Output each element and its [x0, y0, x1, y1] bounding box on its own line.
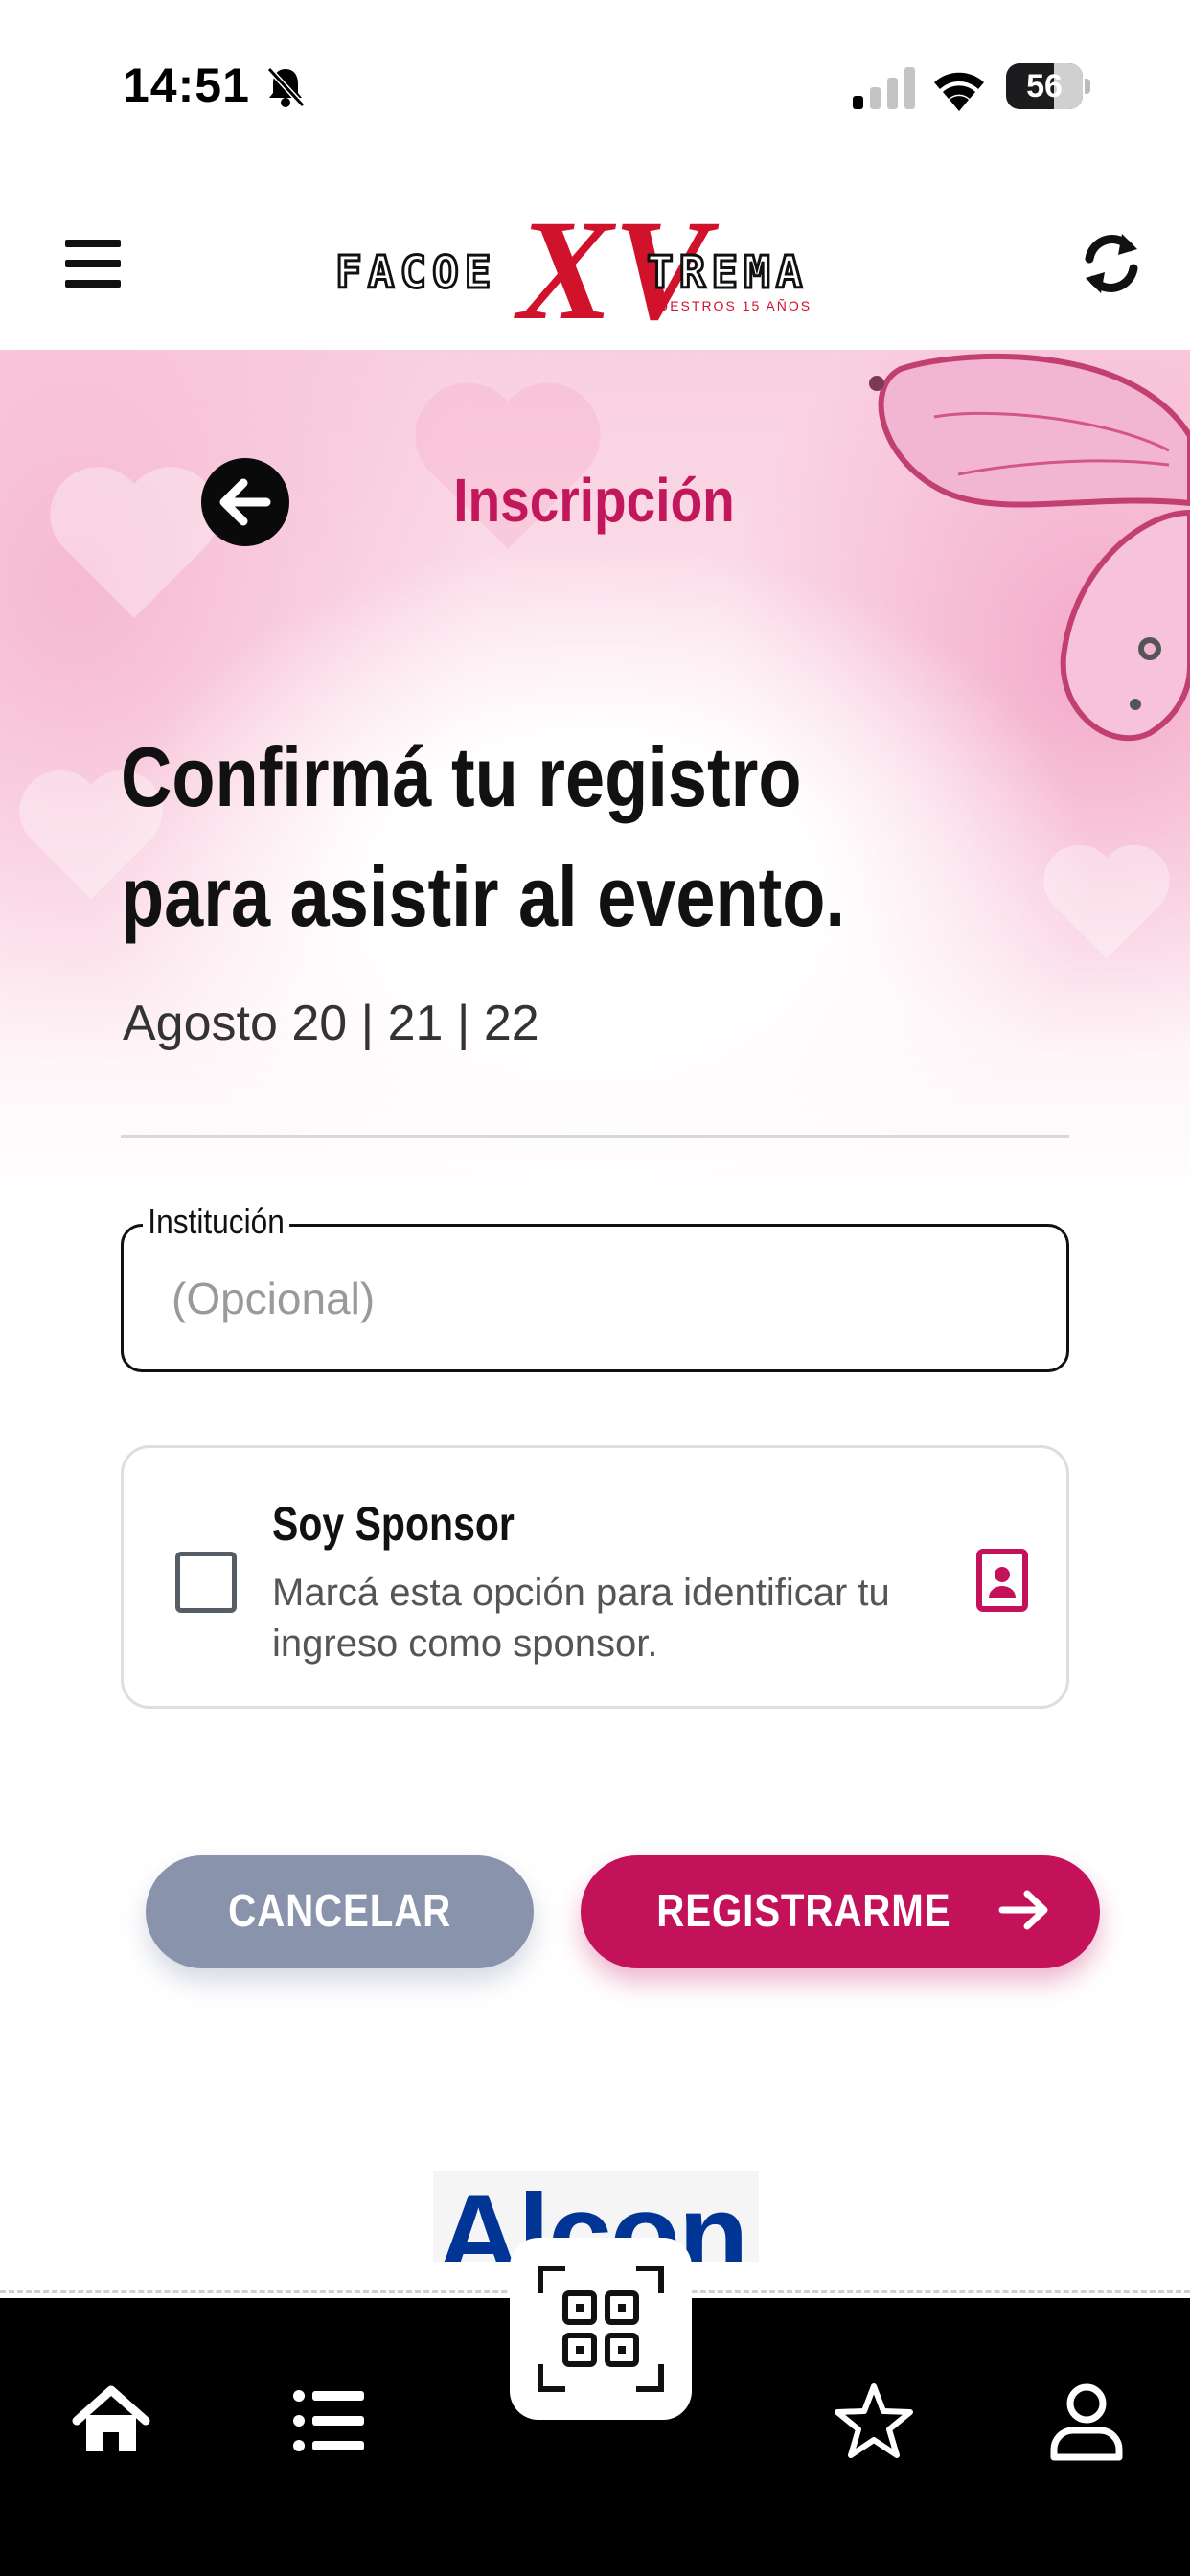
logo-text-left: FACOE	[335, 246, 496, 298]
list-icon[interactable]	[289, 2380, 370, 2461]
battery-level: 56	[1026, 68, 1063, 104]
sponsor-title: Soy Sponsor	[272, 1497, 515, 1551]
hamburger-menu-icon[interactable]	[65, 240, 121, 288]
sponsor-checkbox[interactable]	[175, 1552, 237, 1613]
status-bar: 14:51 56	[0, 0, 1190, 172]
arrow-right-icon	[998, 1890, 1048, 1930]
cellular-signal-icon	[853, 67, 915, 109]
cancel-button[interactable]: CANCELAR	[146, 1855, 534, 1968]
wifi-icon	[934, 72, 984, 111]
user-icon[interactable]	[1046, 2380, 1127, 2461]
id-badge-icon	[976, 1549, 1028, 1612]
institution-label: Institución	[143, 1202, 290, 1242]
divider	[121, 1135, 1069, 1138]
heart-decoration-icon	[50, 467, 218, 618]
battery-icon: 56	[1006, 63, 1092, 109]
sponsor-card[interactable]: Soy Sponsor Marcá esta opción para ident…	[121, 1445, 1069, 1709]
star-icon[interactable]	[834, 2380, 914, 2461]
sponsor-description: Marcá esta opción para identificar tu in…	[272, 1572, 890, 1665]
app-logo: FACOE XV TREMA NUESTROS 15 AÑOS	[334, 191, 812, 347]
page-title: Inscripción	[453, 466, 735, 535]
headline: Confirmá tu registro para asistir al eve…	[121, 729, 845, 944]
register-button[interactable]: REGISTRARME	[581, 1855, 1100, 1968]
event-dates: Agosto 20 | 21 | 22	[123, 996, 539, 1051]
heart-decoration-icon	[1043, 844, 1170, 958]
cancel-button-label: CANCELAR	[228, 1886, 451, 1937]
logo-subtitle: NUESTROS 15 AÑOS	[647, 298, 812, 313]
app-header: FACOE XV TREMA NUESTROS 15 AÑOS	[0, 172, 1190, 350]
qr-scan-button[interactable]	[510, 2238, 692, 2420]
home-icon[interactable]	[71, 2380, 151, 2461]
register-button-label: REGISTRARME	[656, 1886, 951, 1937]
institution-input[interactable]	[172, 1265, 1034, 1332]
bell-muted-icon	[266, 66, 306, 108]
refresh-icon[interactable]	[1078, 230, 1145, 297]
arrow-left-icon	[219, 478, 271, 526]
status-time: 14:51	[123, 58, 250, 112]
institution-field: Institución	[121, 1202, 1069, 1372]
back-button[interactable]	[201, 458, 289, 546]
qr-code-icon	[538, 2266, 664, 2392]
logo-text-right: TREMA	[647, 246, 808, 298]
